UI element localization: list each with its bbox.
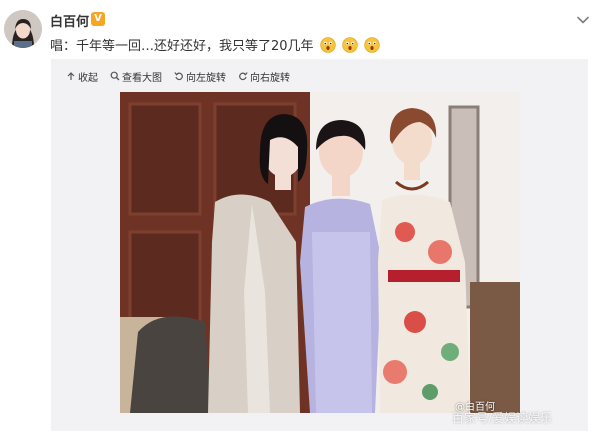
rotate-right-icon — [239, 72, 248, 81]
view-large-label: 查看大图 — [122, 72, 162, 84]
collapse-label: 收起 — [78, 72, 98, 84]
surprised-face-icon — [342, 37, 358, 53]
collapse-arrow-icon — [67, 72, 75, 80]
username[interactable]: 白百何 — [50, 11, 89, 30]
photo-illustration — [120, 92, 520, 413]
rotate-left-button[interactable]: 向左旋转 — [174, 69, 226, 84]
post-photo[interactable] — [120, 92, 520, 413]
media-toolbar: 收起 查看大图 向左旋转 向右旋转 — [66, 69, 290, 84]
collapse-button[interactable]: 收起 — [66, 69, 98, 84]
rotate-right-label: 向右旋转 — [250, 72, 290, 84]
rotate-right-button[interactable]: 向右旋转 — [238, 69, 290, 84]
post-text-content: 唱：千年等一回…还好还好，我只等了20几年 — [50, 39, 314, 54]
search-icon — [110, 71, 120, 81]
rotate-left-label: 向左旋转 — [186, 72, 226, 84]
avatar[interactable] — [4, 10, 42, 48]
verified-badge: V — [91, 12, 105, 26]
chevron-down-icon[interactable] — [576, 13, 590, 27]
emoji-row — [314, 37, 380, 54]
view-large-button[interactable]: 查看大图 — [110, 69, 162, 84]
avatar-image — [4, 10, 42, 48]
media-box: 收起 查看大图 向左旋转 向右旋转 @白百何 — [51, 59, 588, 431]
surprised-face-icon — [364, 37, 380, 53]
rotate-left-icon — [174, 72, 183, 81]
post-text: 唱：千年等一回…还好还好，我只等了20几年 — [50, 35, 380, 54]
source-watermark: 百家号/爱娱读娱乐 — [452, 411, 553, 425]
surprised-face-icon — [319, 37, 336, 53]
